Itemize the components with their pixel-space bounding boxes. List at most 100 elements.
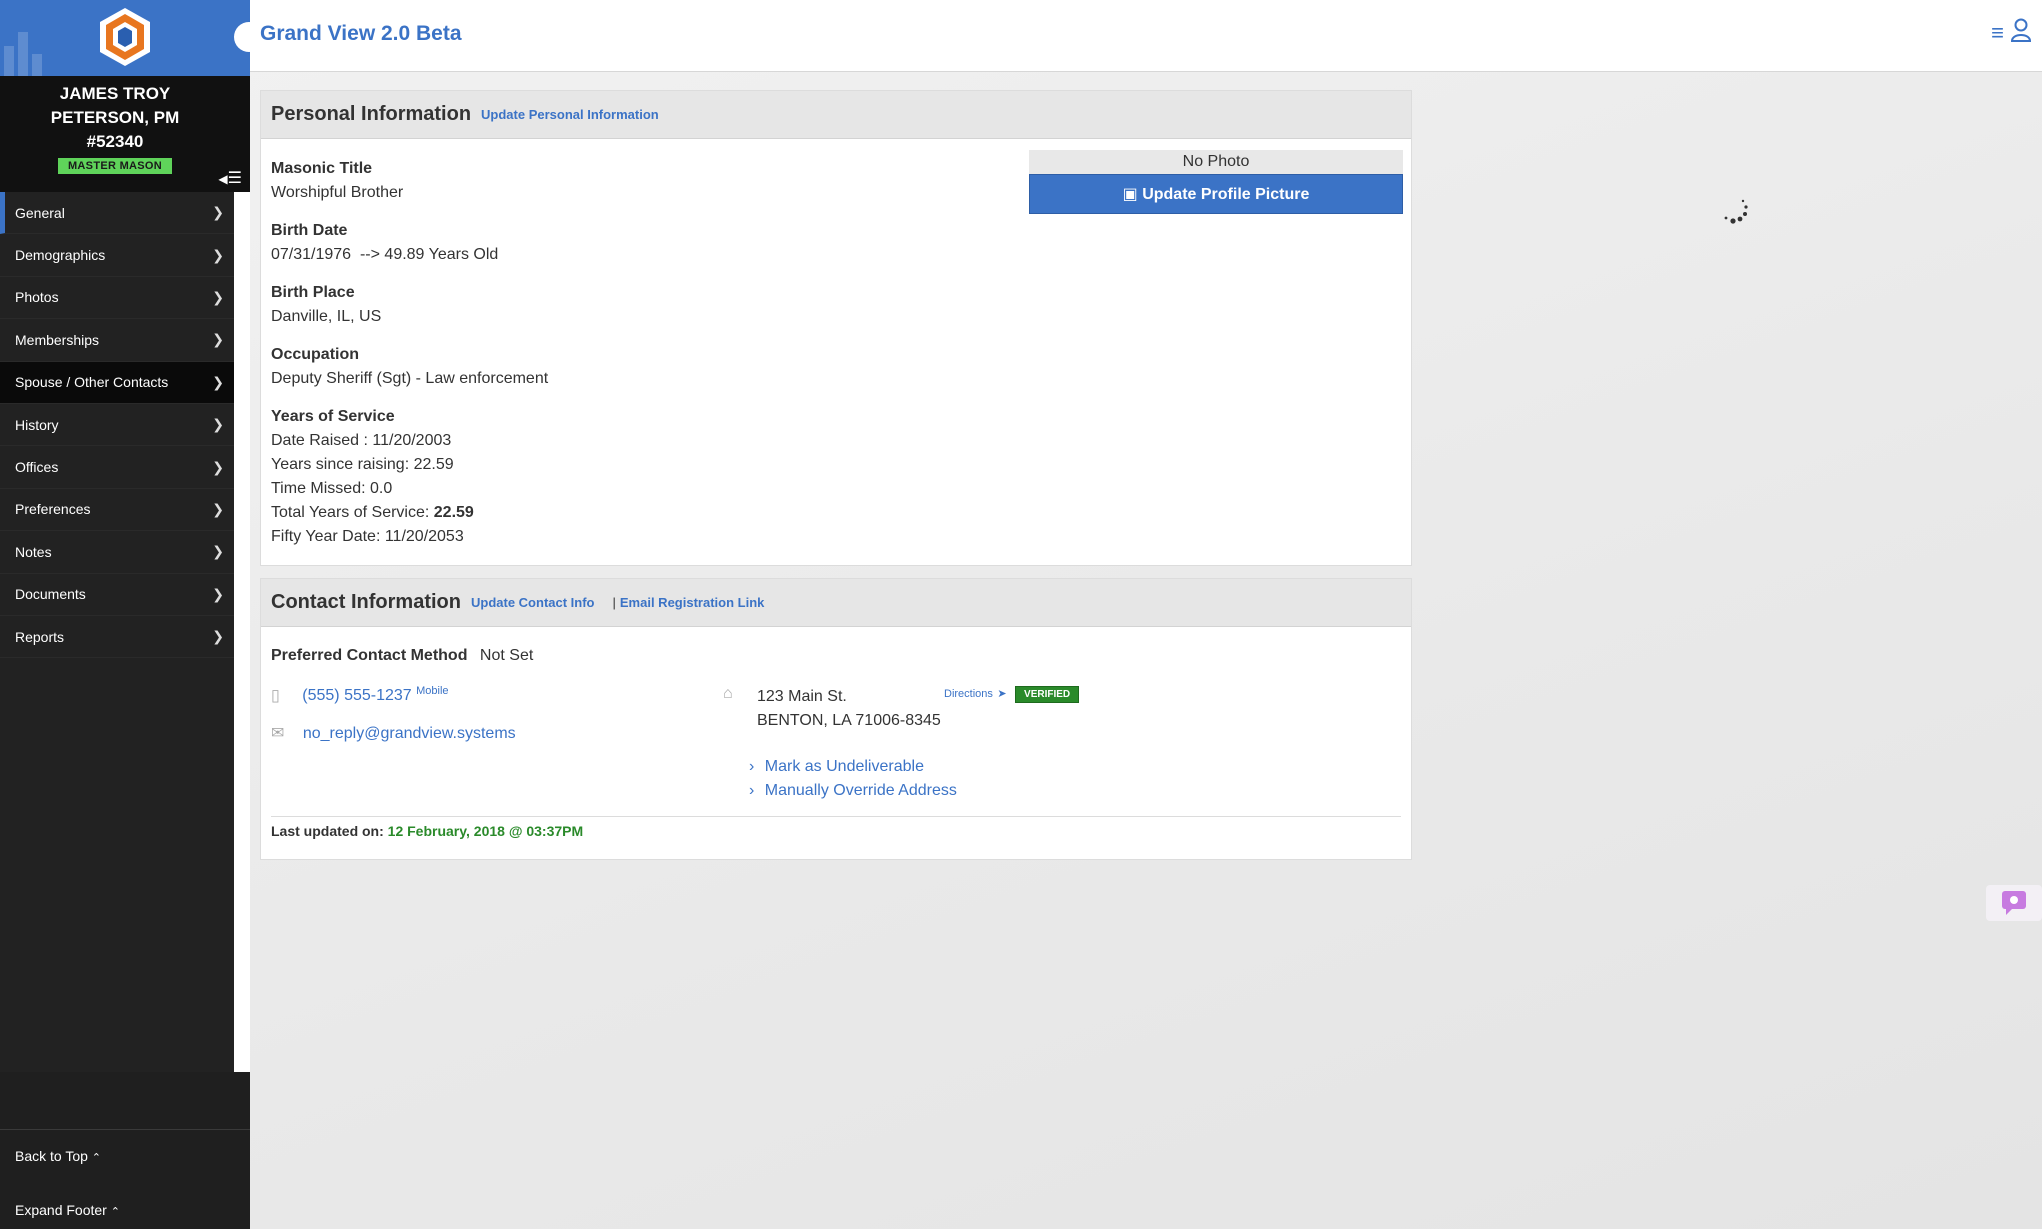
personal-information-header: Personal Information Update Personal Inf… [261,91,1411,139]
chevron-right-icon: ❯ [212,288,224,305]
chevron-up-icon: ⌃ [110,1206,120,1218]
chevron-right-icon: ❯ [212,331,224,348]
chat-bubble-icon [2002,891,2026,915]
chevron-right-icon: ❯ [212,585,224,602]
back-to-top-link[interactable]: Back to Top ⌃ [15,1148,101,1164]
phone-type: Mobile [416,685,449,697]
paper-plane-icon: ➤ [997,688,1007,700]
address-line-2: BENTON, LA 71006-8345 [757,712,941,729]
member-name: JAMES TROY PETERSON, PM [50,84,180,127]
field-label: Preferred Contact Method [271,647,468,664]
chevron-right-icon: ❯ [212,416,224,433]
sidebar-nav: General ❯ Demographics ❯ Photos ❯ Member… [0,192,234,1072]
directions-link[interactable]: Directions [944,688,993,700]
sidebar-item-label: General [15,204,65,221]
sidebar-item-offices[interactable]: Offices ❯ [0,446,234,489]
member-summary: JAMES TROY PETERSON, PM #52340 MASTER MA… [0,76,250,192]
sidebar-item-label: Documents [15,586,86,603]
masonic-title-field: Masonic Title Worshipful Brother [271,157,403,205]
sidebar-item-memberships[interactable]: Memberships ❯ [0,319,234,362]
last-updated-label: Last updated on: [271,823,384,839]
personal-information-panel: Personal Information Update Personal Inf… [260,90,1412,566]
sidebar-item-demographics[interactable]: Demographics ❯ [0,234,234,277]
manually-override-address-link[interactable]: › Manually Override Address [749,779,957,803]
member-number: #52340 [86,132,144,151]
total-service-value: 22.59 [433,504,474,521]
sidebar-collapse-toggle[interactable]: ◀☰ [218,168,242,188]
sidebar-item-notes[interactable]: Notes ❯ [0,531,234,574]
link-label: Mark as Undeliverable [764,758,924,775]
address-options: › Mark as Undeliverable › Manually Overr… [749,755,957,803]
sidebar-item-history[interactable]: History ❯ [0,404,234,447]
sidebar-item-label: Notes [15,543,52,560]
chevron-right-icon: ❯ [212,373,224,390]
sidebar-item-photos[interactable]: Photos ❯ [0,277,234,320]
chevron-right-icon: › [749,758,755,775]
field-value: Worshipful Brother [271,184,404,201]
field-label: Birth Date [271,222,348,239]
link-separator: | [612,595,616,610]
sidebar-item-preferences[interactable]: Preferences ❯ [0,489,234,532]
years-of-service-field: Years of Service Date Raised : 11/20/200… [271,405,474,549]
birth-place-field: Birth Place Danville, IL, US [271,281,381,329]
phone-row: ▯ (555) 555-1237 Mobile [271,685,449,705]
sidebar-item-spouse-other-contacts[interactable]: Spouse / Other Contacts ❯ [0,361,234,404]
expand-footer-label: Expand Footer [15,1202,107,1218]
occupation-field: Occupation Deputy Sheriff (Sgt) - Law en… [271,343,548,391]
app-logo-icon[interactable] [97,6,153,68]
chevron-right-icon: ❯ [212,500,224,517]
chevron-right-icon: ❯ [212,204,224,221]
field-value: Deputy Sheriff (Sgt) - Law enforcement [271,370,549,387]
sidebar-scrollbar[interactable] [234,192,250,1072]
update-profile-picture-button[interactable]: ▣ Update Profile Picture [1029,174,1403,214]
no-photo-placeholder: No Photo [1029,150,1403,174]
user-icon[interactable] [2010,18,2032,42]
sidebar-item-label: Memberships [15,331,100,348]
total-service-label: Total Years of Service: [271,504,434,521]
expand-footer-link[interactable]: Expand Footer ⌃ [15,1202,120,1218]
email-link[interactable]: no_reply@grandview.systems [303,725,516,742]
chat-widget-icon[interactable] [1986,885,2042,921]
date-raised: Date Raised : 11/20/2003 [271,432,452,449]
camera-icon: ▣ [1122,186,1138,203]
years-since-raising: Years since raising: 22.59 [271,456,454,473]
verified-badge: VERIFIED [1015,686,1080,703]
sidebar-item-label: Photos [15,289,59,306]
member-rank-badge: MASTER MASON [57,158,173,174]
sidebar-item-reports[interactable]: Reports ❯ [0,616,234,659]
address-block: ⌂ 123 Main St. BENTON, LA 71006-8345 [723,685,941,733]
top-bar: Grand View 2.0 Beta ≡ [234,0,2042,72]
fifty-year-date: Fifty Year Date: 11/20/2053 [271,528,464,545]
sidebar-item-label: Preferences [15,501,91,518]
chevron-right-icon: ❯ [212,246,224,263]
total-years-of-service: Total Years of Service: 22.59 [271,501,474,525]
envelope-icon: ✉ [271,725,285,742]
sidebar-item-label: Offices [15,459,59,476]
link-label: Manually Override Address [764,782,957,799]
field-value: Not Set [479,647,534,664]
sidebar-item-label: Reports [15,628,65,645]
email-registration-link[interactable]: Email Registration Link [620,595,764,610]
address-line-1: 123 Main St. [757,688,847,705]
chevron-right-icon: › [749,782,755,799]
sidebar: JAMES TROY PETERSON, PM #52340 MASTER MA… [0,0,250,1229]
update-personal-information-link[interactable]: Update Personal Information [481,107,659,122]
update-contact-info-link[interactable]: Update Contact Info [471,595,595,610]
back-to-top-label: Back to Top [15,1148,88,1164]
button-label: Update Profile Picture [1142,186,1310,203]
chevron-up-icon: ⌃ [91,1152,102,1164]
last-updated: Last updated on: 12 February, 2018 @ 03:… [271,823,583,839]
panel-title: Personal Information [271,103,472,125]
mark-undeliverable-link[interactable]: › Mark as Undeliverable [749,755,957,779]
sidebar-item-general[interactable]: General ❯ [0,192,234,235]
sidebar-item-documents[interactable]: Documents ❯ [0,574,234,616]
field-label: Masonic Title [271,160,373,177]
chevron-right-icon: ❯ [212,458,224,475]
sidebar-logo-area [0,0,250,76]
field-value: Danville, IL, US [271,308,382,325]
phone-link[interactable]: (555) 555-1237 [302,687,411,704]
email-row: ✉ no_reply@grandview.systems [271,723,516,743]
contact-information-header: Contact Information Update Contact Info … [261,579,1411,627]
caret-left-icon: ◀ [218,172,228,186]
hamburger-menu-icon[interactable]: ≡ [1991,20,2004,46]
